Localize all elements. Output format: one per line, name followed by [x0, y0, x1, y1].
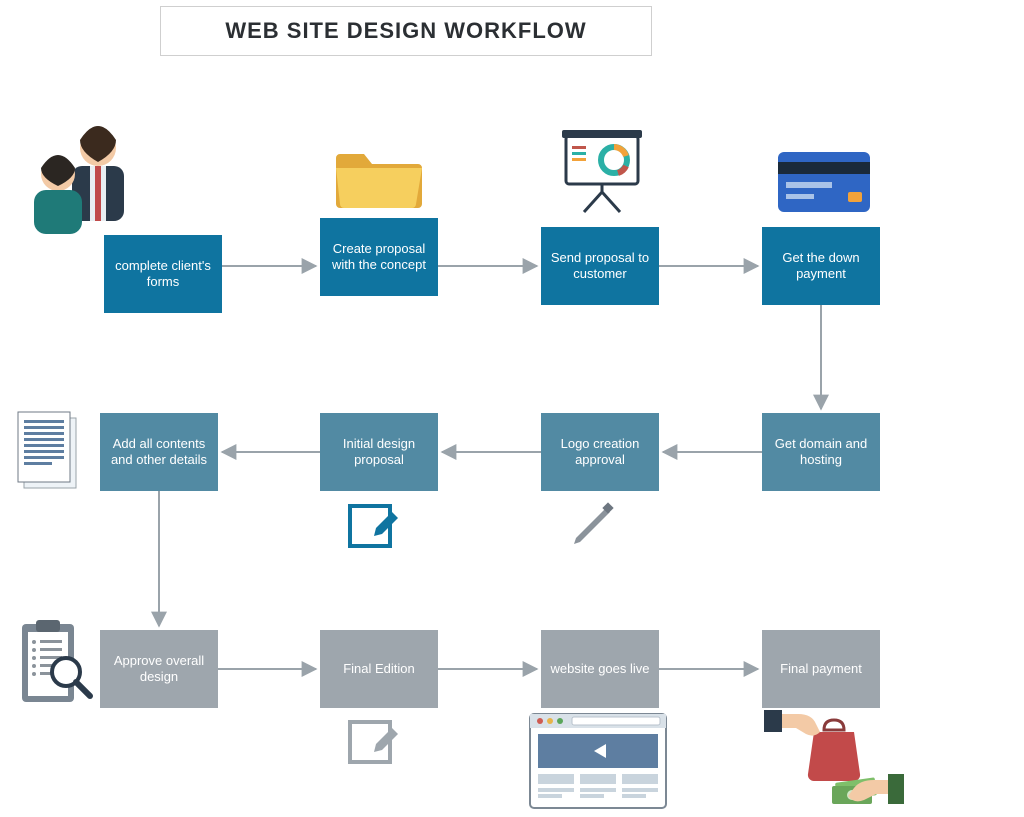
step-complete-client-forms: complete client's forms [104, 235, 222, 313]
step-label: Initial design proposal [326, 436, 432, 469]
browser-wireframe-icon [528, 712, 668, 817]
step-label: Create proposal with the concept [326, 241, 432, 274]
clipboard-search-icon [16, 616, 94, 717]
step-label: Logo creation approval [547, 436, 653, 469]
step-initial-design: Initial design proposal [320, 413, 438, 491]
step-domain-hosting: Get domain and hosting [762, 413, 880, 491]
people-icon [20, 118, 140, 243]
step-down-payment: Get the down payment [762, 227, 880, 305]
credit-card-icon [778, 152, 870, 217]
step-add-contents: Add all contents and other details [100, 413, 218, 491]
folder-icon [334, 140, 426, 217]
step-send-proposal: Send proposal to customer [541, 227, 659, 305]
step-logo-approval: Logo creation approval [541, 413, 659, 491]
step-website-live: website goes live [541, 630, 659, 708]
page-title: WEB SITE DESIGN WORKFLOW [160, 6, 652, 56]
step-label: Get domain and hosting [768, 436, 874, 469]
edit-square-blue-icon [346, 498, 402, 559]
step-label: Add all contents and other details [106, 436, 212, 469]
step-approve-design: Approve overall design [100, 630, 218, 708]
step-label: Get the down payment [768, 250, 874, 283]
payment-hands-icon [764, 710, 904, 815]
edit-square-gray-icon [346, 714, 402, 775]
step-label: Approve overall design [106, 653, 212, 686]
step-label: complete client's forms [110, 258, 216, 291]
page-title-text: WEB SITE DESIGN WORKFLOW [225, 18, 586, 44]
step-label: Final payment [780, 661, 862, 677]
step-create-proposal: Create proposal with the concept [320, 218, 438, 296]
presentation-board-icon [562, 130, 642, 219]
step-final-edition: Final Edition [320, 630, 438, 708]
step-label: website goes live [551, 661, 650, 677]
step-final-payment: Final payment [762, 630, 880, 708]
step-label: Send proposal to customer [547, 250, 653, 283]
document-icon [14, 410, 84, 501]
pencil-icon [566, 498, 620, 557]
step-label: Final Edition [343, 661, 415, 677]
